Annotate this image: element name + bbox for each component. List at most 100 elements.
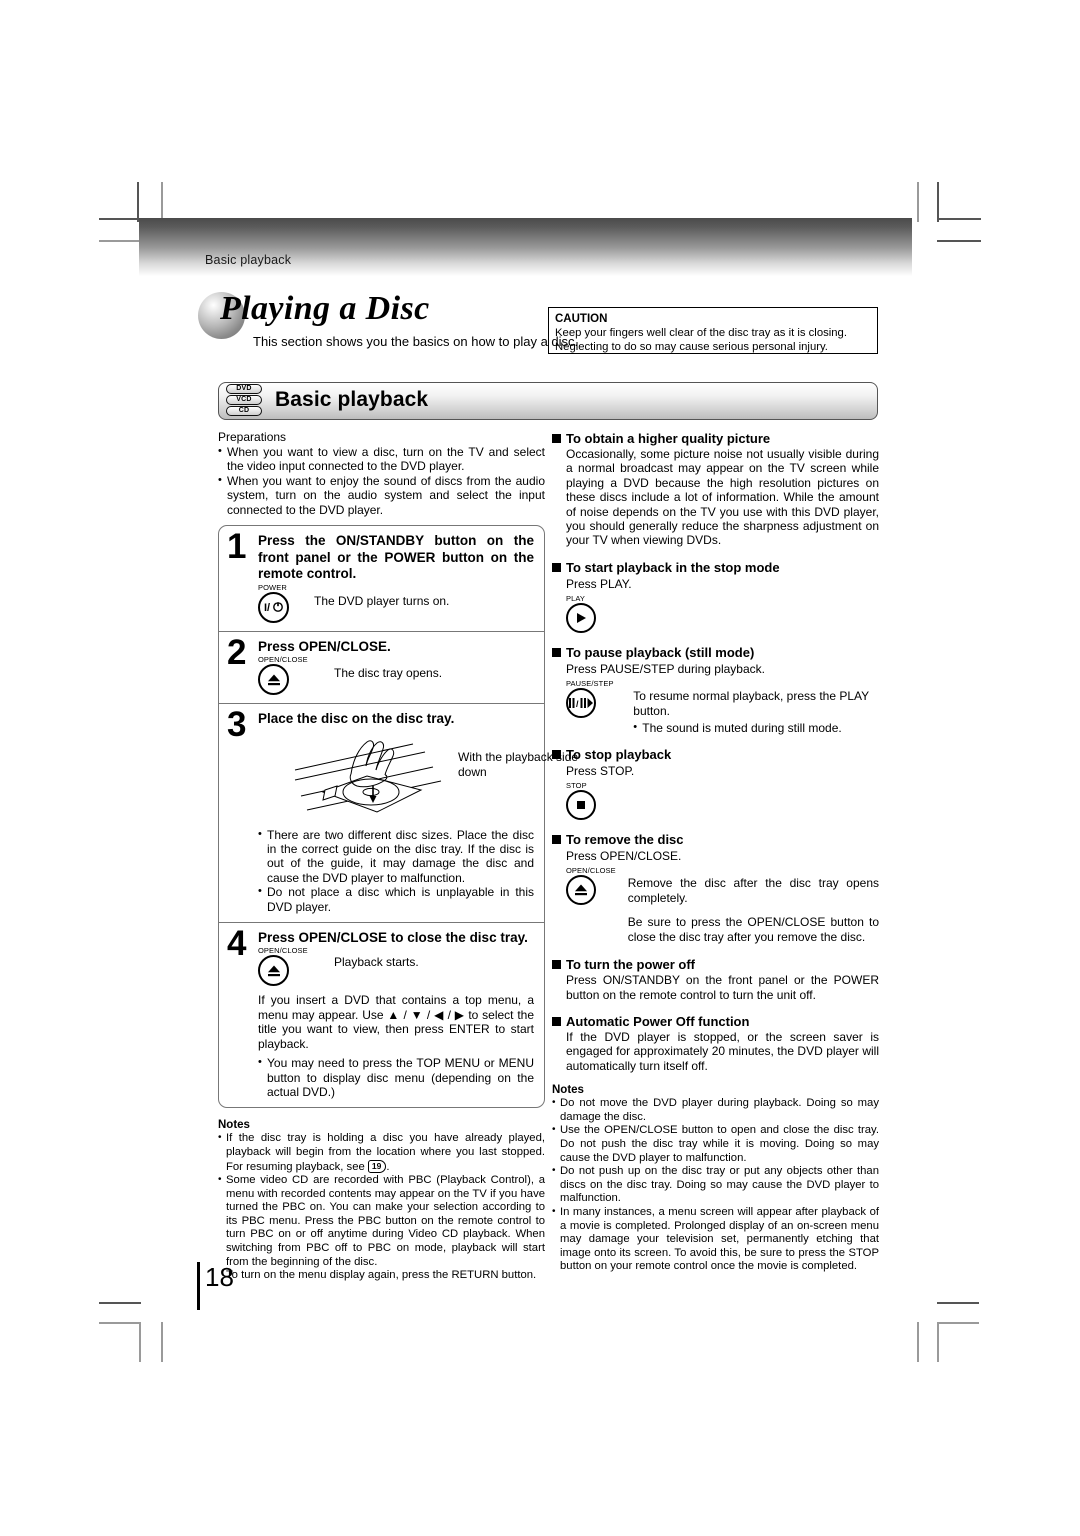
running-head: Basic playback bbox=[205, 253, 292, 267]
right-body-power-off: Press ON/STANDBY on the front panel or t… bbox=[566, 973, 879, 1002]
step-body: POWER I/ The DVD player turns on. bbox=[258, 583, 534, 623]
disc-badge-vcd: VCD bbox=[226, 395, 262, 405]
crop-mark-top-right-h1 bbox=[937, 218, 981, 220]
right-press-start-playback: Press PLAY. bbox=[566, 576, 632, 591]
list-item: There are two different disc sizes. Plac… bbox=[258, 827, 534, 886]
page-number: 18 bbox=[205, 1262, 234, 1292]
eject-glyph-svg bbox=[575, 884, 587, 896]
right-heading-quality-picture: To obtain a higher quality picture bbox=[552, 430, 879, 447]
list-item: When you want to enjoy the sound of disc… bbox=[218, 473, 545, 517]
caution-label: CAUTION bbox=[555, 313, 608, 325]
list-item: Do not place a disc which is unplayable … bbox=[258, 884, 534, 914]
remote-key-open-close: OPEN/CLOSE bbox=[566, 866, 616, 906]
list-item: When you want to view a disc, turn on th… bbox=[218, 444, 545, 474]
bullet-square-icon bbox=[552, 647, 561, 657]
left-notes-list: If the disc tray is holding a disc you h… bbox=[218, 1131, 545, 1269]
heading-text: To start playback in the stop mode bbox=[566, 559, 780, 575]
left-notes-continuation: To turn on the menu display again, press… bbox=[226, 1269, 537, 1282]
right-body-quality-picture: Occasionally, some picture noise not usu… bbox=[566, 447, 879, 548]
page-number-rule bbox=[197, 1262, 200, 1310]
eject-glyph-svg bbox=[267, 674, 280, 685]
eject-icon bbox=[258, 955, 289, 987]
list-item: Do not push up on the disc tray or put a… bbox=[552, 1164, 879, 1206]
key-label: OPEN/CLOSE bbox=[566, 866, 616, 876]
key-label: POWER bbox=[258, 582, 287, 592]
disc-tray-illustration bbox=[294, 739, 442, 813]
key-label: STOP bbox=[566, 781, 587, 791]
step-number: 4 bbox=[227, 923, 247, 963]
eject-icon bbox=[566, 875, 596, 906]
preparations-title: Preparations bbox=[218, 430, 287, 444]
bullet-square-icon bbox=[552, 562, 561, 572]
crop-mark-top-right-h2 bbox=[937, 240, 981, 242]
bullet-square-icon bbox=[552, 960, 561, 970]
crop-mark-top-left-h1 bbox=[99, 218, 139, 220]
right-press-stop-playback: Press STOP. bbox=[566, 764, 635, 779]
pause-note-bullets: The sound is muted during still mode. bbox=[633, 720, 879, 735]
right-notes-list: Do not move the DVD player during playba… bbox=[552, 1096, 879, 1274]
list-item: Use the OPEN/CLOSE button to open and cl… bbox=[552, 1123, 879, 1165]
heading-text: To pause playback (still mode) bbox=[566, 644, 755, 660]
right-heading-pause-playback: To pause playback (still mode) bbox=[552, 644, 879, 661]
disc-badge-cd: CD bbox=[226, 406, 262, 416]
key-label: OPEN/CLOSE bbox=[258, 655, 308, 665]
remove-disc-note-2: Be sure to press the OPEN/CLOSE button t… bbox=[627, 915, 879, 945]
heading-text: To obtain a higher quality picture bbox=[566, 431, 771, 446]
bullet-square-icon bbox=[552, 750, 561, 760]
play-glyph-svg bbox=[577, 612, 586, 623]
caution-line-1: Keep your fingers well clear of the disc… bbox=[555, 327, 847, 339]
list-item: Do not move the DVD player during playba… bbox=[552, 1096, 879, 1124]
power-icon: I/ bbox=[258, 591, 289, 623]
bullet-square-icon bbox=[552, 434, 561, 443]
key-label: PLAY bbox=[566, 593, 586, 603]
svg-text:I/: I/ bbox=[264, 602, 270, 614]
crop-mark-bottom-left-h2 bbox=[99, 1322, 141, 1324]
step-number: 3 bbox=[227, 705, 247, 745]
crop-mark-top-right-v1 bbox=[917, 182, 919, 222]
bullet-square-icon bbox=[552, 835, 561, 845]
right-notes-title: Notes bbox=[552, 1084, 584, 1097]
disc-type-badges: DVD VCD CD bbox=[226, 384, 268, 417]
step-heading: Press OPEN/CLOSE to close the disc tray. bbox=[258, 929, 528, 945]
step-body: OPEN/CLOSE Playback starts. If you inser… bbox=[258, 946, 534, 1099]
right-heading-remove-disc: To remove the disc bbox=[552, 831, 879, 848]
remove-disc-note-1: Remove the disc after the disc tray open… bbox=[627, 876, 879, 906]
list-item: Some video CD are recorded with PBC (Pla… bbox=[218, 1173, 545, 1269]
left-notes-title: Notes bbox=[218, 1119, 250, 1132]
heading-text: To turn the power off bbox=[566, 957, 696, 973]
section-title: Basic playback bbox=[275, 388, 429, 411]
step-3: 3 Place the disc on the disc tray. With … bbox=[219, 704, 578, 923]
step-body: OPEN/CLOSE The disc tray opens. bbox=[258, 655, 534, 696]
eject-glyph-svg bbox=[267, 965, 280, 977]
step-1: 1 Press the ON/STANDBY button on the fro… bbox=[219, 526, 544, 632]
step-body: With the playback side down There are tw… bbox=[258, 728, 578, 914]
crop-mark-top-left-v2 bbox=[161, 182, 163, 222]
crop-mark-bottom-right-h2 bbox=[937, 1322, 979, 1324]
page-subtitle: This section shows you the basics on how… bbox=[253, 334, 579, 349]
list-item: If the disc tray is holding a disc you h… bbox=[218, 1131, 545, 1174]
step-4: 4 Press OPEN/CLOSE to close the disc tra… bbox=[219, 923, 544, 1107]
key-label: PAUSE/STEP bbox=[566, 678, 614, 688]
right-heading-stop-playback: To stop playback bbox=[552, 746, 879, 763]
crop-mark-bottom-right-v2 bbox=[937, 1322, 939, 1362]
list-item: The sound is muted during still mode. bbox=[633, 720, 879, 735]
remote-key-power: POWER I/ bbox=[258, 583, 298, 623]
step-heading: Press the ON/STANDBY button on the front… bbox=[258, 533, 534, 582]
caution-box: CAUTION Keep your fingers well clear of … bbox=[548, 307, 878, 354]
right-column: To obtain a higher quality picture Occas… bbox=[552, 430, 879, 1274]
step-heading: Press OPEN/CLOSE. bbox=[258, 638, 391, 654]
step-3-bullets: There are two different disc sizes. Plac… bbox=[258, 827, 534, 914]
stop-icon bbox=[566, 790, 596, 821]
eject-icon bbox=[258, 664, 289, 696]
left-column: Preparations When you want to view a dis… bbox=[218, 430, 578, 1283]
page-reference-link[interactable]: 19 bbox=[367, 1159, 387, 1173]
right-heading-start-playback: To start playback in the stop mode bbox=[552, 559, 879, 576]
right-body-auto-power-off: If the DVD player is stopped, or the scr… bbox=[566, 1030, 879, 1073]
heading-text: To remove the disc bbox=[566, 832, 684, 848]
key-label: OPEN/CLOSE bbox=[258, 946, 308, 956]
right-heading-auto-power-off: Automatic Power Off function bbox=[552, 1013, 879, 1030]
remote-key-open-close: OPEN/CLOSE bbox=[258, 946, 318, 987]
preparations-list: When you want to view a disc, turn on th… bbox=[218, 444, 545, 517]
bullet-square-icon bbox=[552, 1017, 561, 1027]
crop-mark-top-left-v1 bbox=[137, 182, 139, 222]
